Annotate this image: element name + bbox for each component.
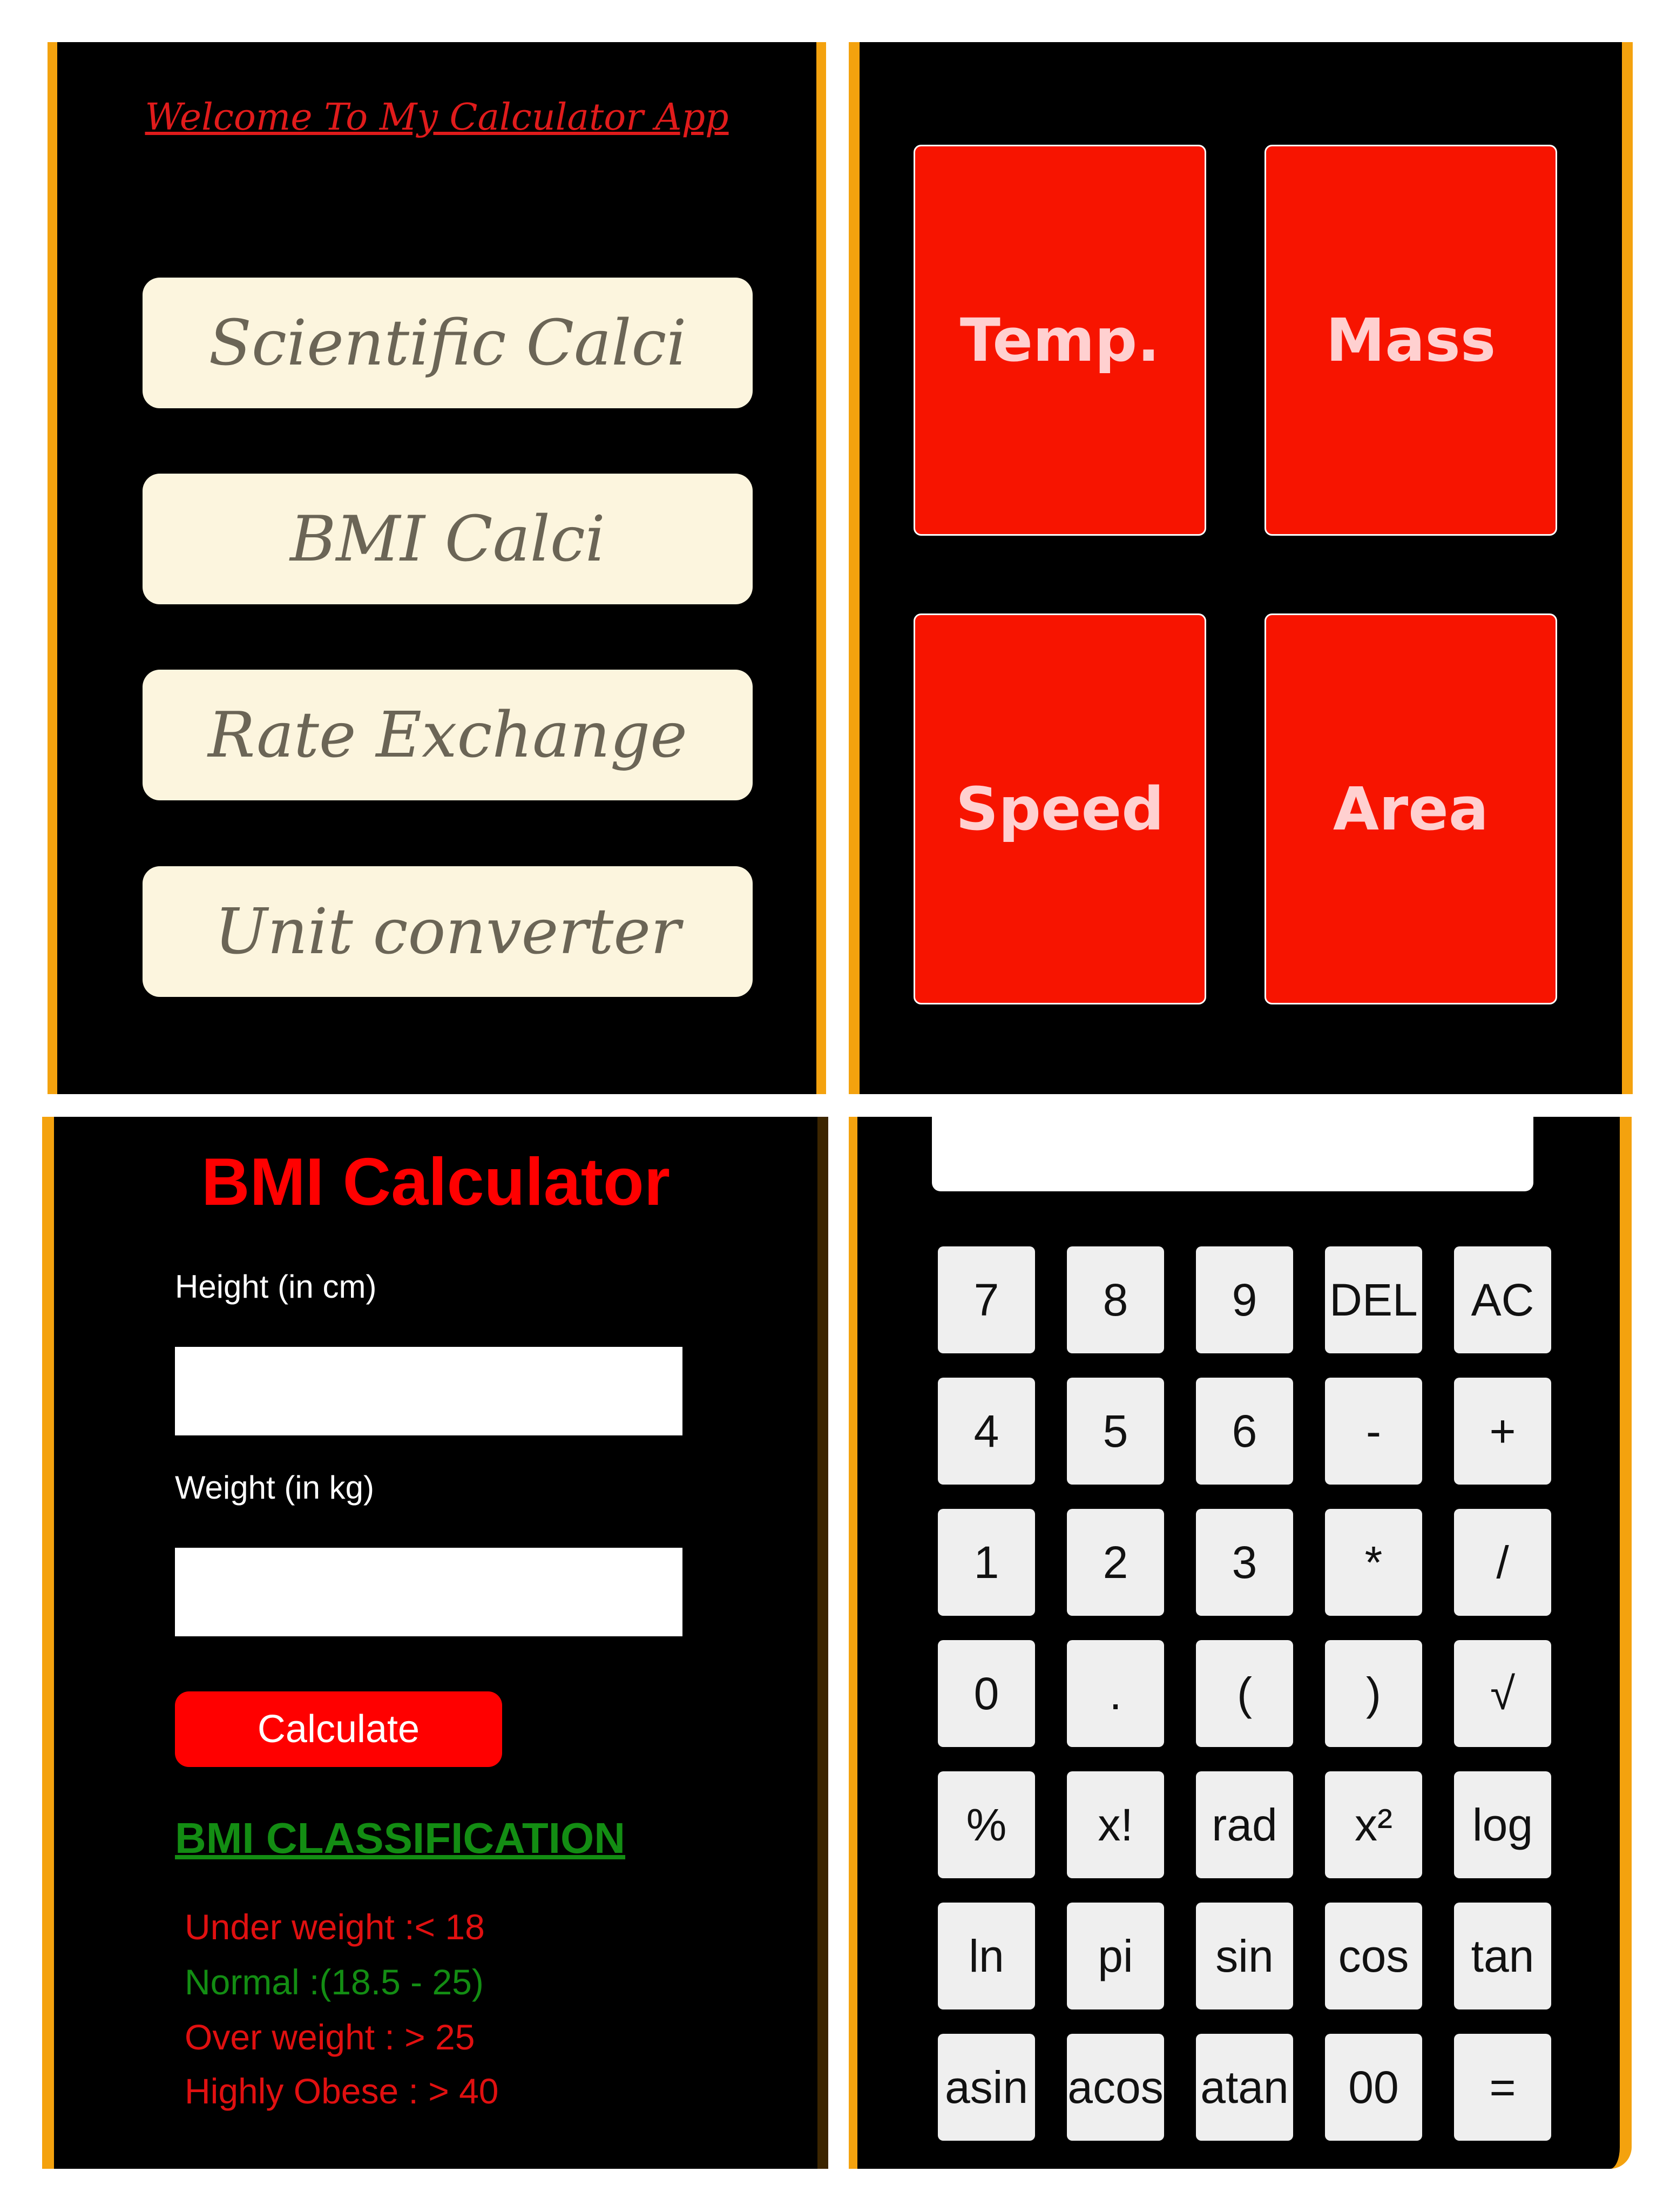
rad-key[interactable]: rad	[1196, 1771, 1293, 1878]
rate-exchange-button[interactable]: Rate Exchange	[143, 670, 753, 800]
open-paren-key[interactable]: (	[1196, 1640, 1293, 1747]
pi-key[interactable]: pi	[1067, 1903, 1164, 2009]
all-clear-key[interactable]: AC	[1454, 1246, 1551, 1353]
close-paren-key[interactable]: )	[1325, 1640, 1422, 1747]
bmi-calculator-screen: BMI Calculator Height (in cm) Weight (in…	[42, 1117, 828, 2169]
unit-converter-button[interactable]: Unit converter	[143, 866, 753, 997]
key-5[interactable]: 5	[1067, 1378, 1164, 1485]
log-key[interactable]: log	[1454, 1771, 1551, 1878]
percent-key[interactable]: %	[938, 1771, 1035, 1878]
class-over-weight: Over weight : > 25	[185, 2017, 475, 2057]
atan-key[interactable]: atan	[1196, 2034, 1293, 2141]
speed-tile[interactable]: Speed	[914, 613, 1206, 1004]
multiply-key[interactable]: *	[1325, 1509, 1422, 1616]
acos-key[interactable]: acos	[1067, 2034, 1164, 2141]
weight-input[interactable]	[175, 1548, 682, 1636]
calculator-display	[932, 1117, 1533, 1191]
class-highly-obese: Highly Obese : > 40	[185, 2071, 499, 2111]
scientific-calculator-screen: 7 8 9 DEL AC 4 5 6- +1 2 3 * / 0. () √% x! rad x² log ln pi si…	[849, 1117, 1632, 2169]
ln-key[interactable]: ln	[938, 1903, 1035, 2009]
bmi-title: BMI Calculator	[201, 1145, 671, 1219]
key-2[interactable]: 2	[1067, 1509, 1164, 1616]
double-zero-key[interactable]: 00	[1325, 2034, 1422, 2141]
unit-converter-screen: Temp. Mass Speed Area	[849, 42, 1633, 1094]
height-input[interactable]	[175, 1347, 682, 1435]
weight-label: Weight (in kg)	[175, 1469, 375, 1506]
equals-key[interactable]: =	[1454, 2034, 1551, 2141]
welcome-screen: Welcome To My Calculator App Scientific …	[48, 42, 826, 1094]
factorial-key[interactable]: x!	[1067, 1771, 1164, 1878]
cos-key[interactable]: cos	[1325, 1903, 1422, 2009]
class-under-weight: Under weight :< 18	[185, 1907, 485, 1947]
scientific-calci-button[interactable]: Scientific Calci	[143, 278, 753, 408]
asin-key[interactable]: asin	[938, 2034, 1035, 2141]
key-9[interactable]: 9	[1196, 1246, 1293, 1353]
bmi-calci-button[interactable]: BMI Calci	[143, 474, 753, 604]
tan-key[interactable]: tan	[1454, 1903, 1551, 2009]
area-tile[interactable]: Area	[1264, 613, 1557, 1004]
delete-key[interactable]: DEL	[1325, 1246, 1422, 1353]
bmi-classification-title: BMI CLASSIFICATION	[175, 1814, 626, 1862]
key-6[interactable]: 6	[1196, 1378, 1293, 1485]
calculate-button[interactable]: Calculate	[175, 1691, 502, 1767]
mass-tile[interactable]: Mass	[1264, 145, 1557, 536]
plus-key[interactable]: +	[1454, 1378, 1551, 1485]
minus-key[interactable]: -	[1325, 1378, 1422, 1485]
key-8[interactable]: 8	[1067, 1246, 1164, 1353]
key-0[interactable]: 0	[938, 1640, 1035, 1747]
class-normal: Normal :(18.5 - 25)	[185, 1962, 484, 2002]
decimal-key[interactable]: .	[1067, 1640, 1164, 1747]
key-1[interactable]: 1	[938, 1509, 1035, 1616]
sqrt-key[interactable]: √	[1454, 1640, 1551, 1747]
temp-tile[interactable]: Temp.	[914, 145, 1206, 536]
divide-key[interactable]: /	[1454, 1509, 1551, 1616]
key-3[interactable]: 3	[1196, 1509, 1293, 1616]
key-4[interactable]: 4	[938, 1378, 1035, 1485]
welcome-title: Welcome To My Calculator App	[145, 96, 729, 139]
key-7[interactable]: 7	[938, 1246, 1035, 1353]
square-key[interactable]: x²	[1325, 1771, 1422, 1878]
sin-key[interactable]: sin	[1196, 1903, 1293, 2009]
height-label: Height (in cm)	[175, 1269, 377, 1305]
